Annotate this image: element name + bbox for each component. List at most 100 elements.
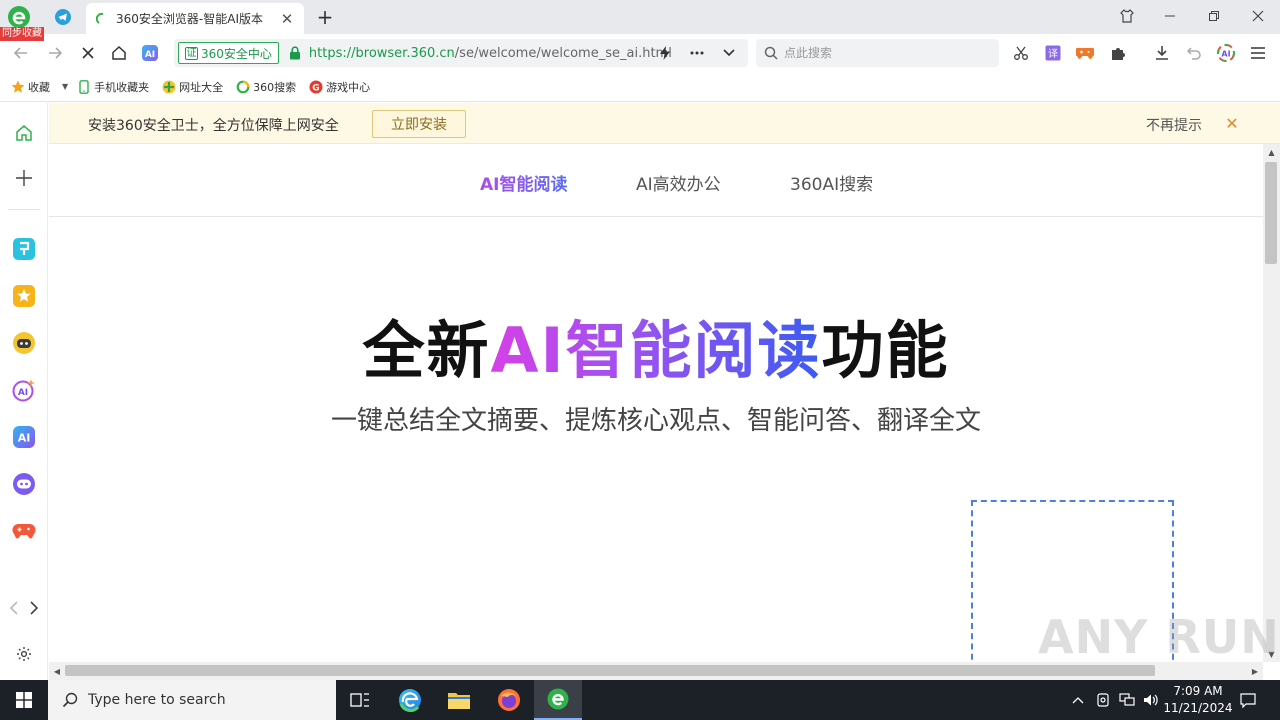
- sync-badge[interactable]: 同步收藏: [0, 27, 44, 41]
- extensions-puzzle-icon[interactable]: [1106, 41, 1130, 65]
- taskbar-search[interactable]: [48, 680, 336, 720]
- anyrun-watermark: ANY RUN: [1038, 610, 1280, 664]
- sidebar-robot-icon[interactable]: [11, 330, 37, 356]
- game-center-icon: G: [308, 79, 323, 94]
- sites-icon: [161, 79, 176, 94]
- undo-icon[interactable]: [1182, 41, 1206, 65]
- sidebar-game-icon[interactable]: [11, 518, 37, 544]
- dont-show-again-link[interactable]: 不再提示: [1146, 115, 1202, 135]
- restore-icon[interactable]: [1197, 2, 1231, 30]
- svg-text:G: G: [312, 83, 319, 93]
- svg-text:AI: AI: [1221, 50, 1230, 59]
- search-input[interactable]: [784, 46, 984, 60]
- nav-ai-reading[interactable]: AI智能阅读: [480, 170, 567, 195]
- network-icon[interactable]: [1117, 690, 1137, 710]
- ai-colorful-icon[interactable]: AI: [1214, 41, 1238, 65]
- install-now-button[interactable]: 立即安装: [372, 110, 466, 138]
- hero-prefix: 全新: [362, 314, 491, 387]
- telegram-tab-icon[interactable]: [52, 6, 74, 28]
- clock-time: 7:09 AM: [1173, 684, 1223, 698]
- notifications-icon[interactable]: [1238, 690, 1258, 710]
- bookmarks-bar: 收藏 ▼ 手机收藏夹 网址大全 360搜索 G 游戏中心: [0, 72, 1280, 102]
- file-explorer-icon[interactable]: [435, 680, 483, 720]
- settings-gear-icon[interactable]: [11, 641, 37, 667]
- scroll-right-arrow-icon[interactable]: ▶: [1247, 662, 1263, 680]
- close-window-icon[interactable]: [1241, 2, 1275, 30]
- taskbar-search-input[interactable]: [88, 692, 318, 708]
- task-view-icon[interactable]: [336, 680, 384, 720]
- search-icon: [764, 46, 778, 60]
- more-dots-icon[interactable]: [686, 42, 708, 64]
- gamepad-icon[interactable]: [1073, 41, 1097, 65]
- sidebar-add-icon[interactable]: [11, 165, 37, 191]
- scroll-left-arrow-icon[interactable]: ◀: [49, 662, 65, 680]
- search-360-icon: [235, 79, 250, 94]
- search-icon: [62, 692, 78, 708]
- svg-text:译: 译: [1048, 48, 1058, 60]
- sidebar-chat-bot-icon[interactable]: [11, 471, 37, 497]
- bookmark-game-center[interactable]: G 游戏中心: [308, 79, 370, 95]
- url-text[interactable]: https://browser.360.cn/se/welcome/welcom…: [309, 46, 672, 61]
- home-icon[interactable]: [107, 41, 131, 65]
- svg-text:AI: AI: [18, 432, 31, 445]
- firefox-icon[interactable]: [485, 680, 533, 720]
- caret-down-icon[interactable]: ▼: [62, 82, 68, 91]
- toolbar: AI 证 360安全中心 https://browser.360.cn/se/w…: [0, 34, 1280, 72]
- bookmark-favorites[interactable]: 收藏: [10, 79, 50, 95]
- sidebar-ai-sparkle-icon[interactable]: AI: [11, 377, 37, 403]
- skin-shirt-icon[interactable]: [1110, 2, 1144, 30]
- svg-text:AI: AI: [145, 50, 155, 60]
- scroll-up-arrow-icon[interactable]: ▲: [1263, 144, 1280, 160]
- edge-browser-icon[interactable]: [386, 680, 434, 720]
- tab-loading-icon: [96, 12, 104, 24]
- sidebar-favorites-star-icon[interactable]: [11, 283, 37, 309]
- lock-icon: [289, 46, 300, 60]
- bookmark-site-directory[interactable]: 网址大全: [161, 79, 223, 95]
- stop-loading-icon[interactable]: [76, 41, 100, 65]
- tab-active[interactable]: 360安全浏览器-智能AI版本 ✕: [86, 3, 304, 34]
- forward-arrow-icon[interactable]: [43, 41, 67, 65]
- sidebar-home-icon[interactable]: [11, 120, 37, 146]
- vertical-scroll-thumb[interactable]: [1265, 162, 1277, 264]
- security-badge[interactable]: 证 360安全中心: [178, 42, 279, 64]
- tab-close-icon[interactable]: ✕: [276, 8, 298, 30]
- bookmark-360-search[interactable]: 360搜索: [235, 79, 296, 95]
- hero-subtitle: 一键总结全文摘要、提炼核心观点、智能问答、翻译全文: [330, 406, 981, 436]
- bookmark-mobile-favorites[interactable]: 手机收藏夹: [76, 79, 149, 95]
- tray-chevron-up-icon[interactable]: [1068, 690, 1088, 710]
- address-bar[interactable]: 证 360安全中心 https://browser.360.cn/se/welc…: [174, 39, 748, 67]
- tab-title: 360安全浏览器-智能AI版本: [116, 12, 263, 26]
- sidebar-app-blue-icon[interactable]: [11, 236, 37, 262]
- screenshot-scissors-icon[interactable]: [1009, 41, 1033, 65]
- windows-taskbar: 7:09 AM 11/21/2024: [0, 680, 1280, 720]
- back-arrow-icon[interactable]: [9, 41, 33, 65]
- nav-360ai-search[interactable]: 360AI搜索: [790, 170, 873, 195]
- web-page: AI智能阅读 AI高效办公 360AI搜索 全新AI智能阅读功能 一键总结全文摘…: [49, 144, 1263, 662]
- translate-icon[interactable]: 译: [1041, 41, 1065, 65]
- minimize-icon[interactable]: [1153, 2, 1187, 30]
- vertical-scrollbar[interactable]: ▲ ▼: [1263, 144, 1280, 662]
- windows-start-icon[interactable]: [0, 680, 48, 720]
- url-path: /se/welcome/welcome_se_ai.html: [454, 45, 672, 61]
- lightning-icon[interactable]: [654, 42, 676, 64]
- svg-text:AI: AI: [18, 388, 28, 398]
- search-box[interactable]: [756, 39, 999, 67]
- hero-highlight: AI智能阅读: [490, 314, 822, 387]
- infobar-close-icon[interactable]: ✕: [1222, 113, 1242, 133]
- chevron-down-icon[interactable]: [718, 42, 740, 64]
- tray-device-icon[interactable]: [1093, 690, 1113, 710]
- tab-strip: 同步收藏 360安全浏览器-智能AI版本 ✕ +: [0, 0, 1280, 41]
- 360-browser-taskbar-icon[interactable]: [534, 680, 582, 720]
- ai-assistant-icon[interactable]: AI: [138, 41, 162, 65]
- nav-ai-office[interactable]: AI高效办公: [636, 170, 721, 195]
- sidebar-collapse-left-icon[interactable]: [4, 595, 24, 621]
- new-tab-button[interactable]: +: [314, 5, 336, 29]
- horizontal-scroll-thumb[interactable]: [65, 665, 1155, 676]
- sidebar-ai-icon[interactable]: AI: [11, 424, 37, 450]
- menu-hamburger-icon[interactable]: [1246, 41, 1270, 65]
- sidebar-expand-right-icon[interactable]: [24, 595, 44, 621]
- taskbar-clock[interactable]: 7:09 AM 11/21/2024: [1160, 683, 1236, 717]
- volume-icon[interactable]: [1141, 690, 1161, 710]
- horizontal-scrollbar[interactable]: ◀ ▶: [49, 662, 1263, 680]
- download-icon[interactable]: [1150, 41, 1174, 65]
